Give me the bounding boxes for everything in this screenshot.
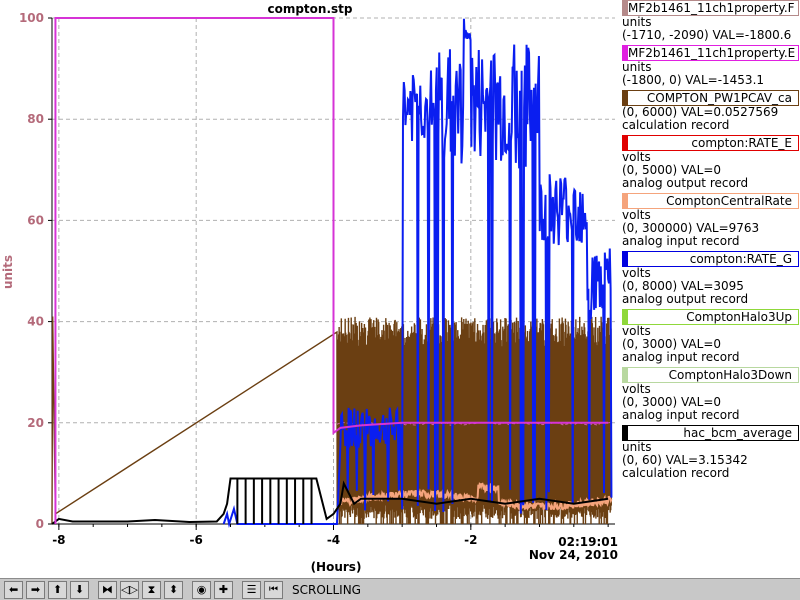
legend-item-detail: analog output record (622, 292, 749, 306)
series-line-compton-pw1pcav-ca (51, 316, 612, 525)
y-tick-label: 100 (19, 11, 44, 25)
arrow-left-icon: ➡ (8, 583, 19, 596)
legend-item-name[interactable]: COMPTON_PW1PCAV_ca (622, 90, 799, 106)
zoom-in-horizontal-icon: ⧓ (102, 583, 113, 596)
zoom-out-horizontal-button[interactable]: ◁▷ (120, 580, 139, 599)
legend-item-detail: analog input record (622, 350, 740, 364)
legend-item-name[interactable]: MF2b1461_11ch1property.E (622, 45, 799, 61)
scroll-left-button[interactable]: ➡ (4, 580, 23, 599)
x-tick-label: -6 (190, 533, 203, 547)
zoom-out-vertical-button[interactable]: ⬍ (164, 580, 183, 599)
scroll-status-text: SCROLLING (292, 582, 361, 597)
y-tick-label: 0 (36, 517, 44, 531)
legend-item-detail: calculation record (622, 118, 730, 132)
scroll-right-button[interactable]: ➡ (26, 580, 45, 599)
jump-back-icon: ⏮ (269, 583, 278, 595)
y-axis-label: units (1, 255, 15, 289)
legend-item-name[interactable]: ComptonHalo3Up (622, 309, 799, 325)
legend-item[interactable]: MF2b1461_11ch1property.F units (-1710, -20… (622, 0, 800, 42)
legend-item-name[interactable]: MF2b1461_11ch1property.F (622, 0, 799, 16)
legend-item-name[interactable]: ComptonCentralRate (622, 193, 799, 209)
y-tick-label: 20 (27, 416, 44, 430)
legend-item-detail: (-1800, 0) VAL=-1453.1 (622, 73, 765, 87)
zoom-out-horizontal-icon: ◁▷ (121, 583, 138, 596)
plot-traces (51, 17, 613, 528)
legend-item[interactable]: ComptonHalo3Up volts (0, 3000) VAL=0 analog… (622, 309, 800, 364)
legend-item-detail: analog output record (622, 176, 749, 190)
legend-item-detail: analog input record (622, 234, 740, 248)
x-tick-label: -8 (52, 533, 65, 547)
zoom-in-horizontal-button[interactable]: ⧓ (98, 580, 117, 599)
legend-item-name[interactable]: compton:RATE_G (622, 251, 799, 267)
autoscale-button[interactable]: ◉ (192, 580, 211, 599)
arrow-right-icon: ➡ (30, 583, 41, 596)
toggle-scroll-button[interactable]: ☰ (242, 580, 261, 599)
scroll-toggle-icon: ☰ (246, 583, 257, 596)
timestamp-time: 02:19:01 (558, 535, 618, 549)
legend-item[interactable]: compton:RATE_G volts (0, 8000) VAL=3095 ana… (622, 251, 800, 306)
scroll-down-button[interactable]: ⬇ (70, 580, 89, 599)
timestamp-date: Nov 24, 2010 (529, 548, 618, 562)
zoom-in-vertical-button[interactable]: ⧗ (142, 580, 161, 599)
y-tick-label: 80 (27, 112, 44, 126)
legend-item[interactable]: MF2b1461_11ch1property.E units (-1800, 0) … (622, 45, 800, 87)
strip-chart[interactable]: 0 20 40 60 80 100 -8 -6 -4 -2 units (Hours) 02:19… (0, 0, 622, 578)
reset-button[interactable]: ✚ (214, 580, 233, 599)
x-axis-label: (Hours) (311, 560, 362, 574)
legend-item[interactable]: ComptonCentralRate volts (0, 300000) VAL=9… (622, 193, 800, 248)
legend-item-detail: calculation record (622, 466, 730, 480)
legend-item[interactable]: ComptonHalo3Down volts (0, 3000) VAL=0 anal… (622, 367, 800, 422)
legend-item-name[interactable]: hac_bcm_average (622, 425, 799, 441)
legend-item-name[interactable]: compton:RATE_E (622, 135, 799, 151)
toolbar: ➡ ➡ ⬆ ⬇ ⧓ ◁▷ ⧗ ⬍ ◉ ✚ ☰ ⏮ SCROLLING (0, 578, 800, 600)
zoom-out-vertical-icon: ⬍ (168, 583, 179, 596)
legend-panel: MF2b1461_11ch1property.F units (-1710, -20… (622, 0, 800, 578)
legend-item-detail: (-1710, -2090) VAL=-1800.6 (622, 28, 792, 42)
legend-item[interactable]: hac_bcm_average units (0, 60) VAL=3.15342 c… (622, 425, 800, 480)
arrow-up-icon: ⬆ (52, 583, 63, 596)
target-icon: ◉ (196, 583, 207, 596)
legend-item[interactable]: COMPTON_PW1PCAV_ca (0, 6000) VAL=0.052756… (622, 90, 800, 132)
x-tick-label: -4 (327, 533, 340, 547)
legend-item-name[interactable]: ComptonHalo3Down (622, 367, 799, 383)
y-tick-label: 40 (27, 315, 44, 329)
zoom-in-vertical-icon: ⧗ (147, 583, 156, 596)
arrow-down-icon: ⬇ (74, 583, 85, 596)
scroll-to-now-button[interactable]: ⏮ (264, 580, 283, 599)
legend-item[interactable]: compton:RATE_E volts (0, 5000) VAL=0 analog… (622, 135, 800, 190)
x-tick-label: -2 (464, 533, 477, 547)
y-tick-label: 60 (27, 213, 44, 227)
plus-icon: ✚ (218, 583, 229, 596)
scroll-up-button[interactable]: ⬆ (48, 580, 67, 599)
legend-item-detail: analog input record (622, 408, 740, 422)
